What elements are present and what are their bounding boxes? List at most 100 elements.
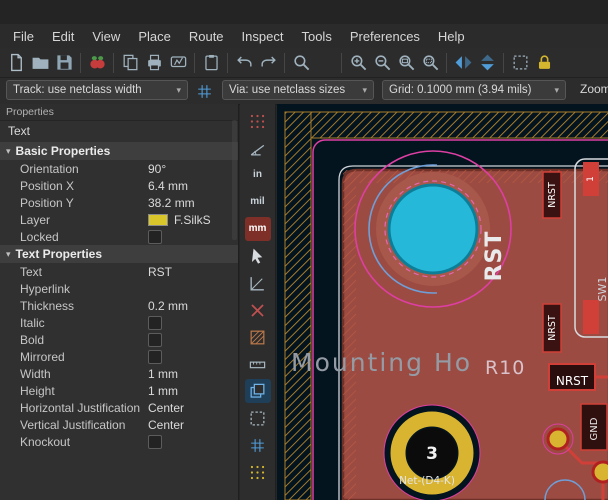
silkscreen-text-rst[interactable]: RST bbox=[482, 231, 507, 282]
secondary-toolbar: Track: use netclass width ▾ Via: use net… bbox=[0, 78, 608, 105]
property-value[interactable]: 38.2 mm bbox=[148, 196, 195, 210]
open-board-button[interactable] bbox=[28, 51, 52, 75]
menu-help[interactable]: Help bbox=[429, 26, 474, 47]
zoom-dropdown[interactable]: Zoom bbox=[580, 82, 608, 96]
zoom-in-button[interactable] bbox=[346, 51, 370, 75]
property-value[interactable]: Center bbox=[148, 418, 184, 432]
menu-view[interactable]: View bbox=[83, 26, 129, 47]
plugin-manager-button[interactable] bbox=[85, 51, 109, 75]
layer-color-swatch[interactable] bbox=[148, 214, 168, 226]
reference-text-r10[interactable]: R10 bbox=[485, 357, 525, 379]
menu-file[interactable]: File bbox=[4, 26, 43, 47]
new-board-button[interactable] bbox=[4, 51, 28, 75]
menu-route[interactable]: Route bbox=[180, 26, 233, 47]
property-value[interactable]: RST bbox=[148, 265, 172, 279]
zoom-fit-button[interactable] bbox=[394, 51, 418, 75]
property-row-height: Height1 mm bbox=[0, 382, 238, 399]
zoom-selection-button[interactable] bbox=[418, 51, 442, 75]
crosshair-cursor-toggle[interactable] bbox=[245, 244, 271, 268]
via-1[interactable] bbox=[548, 429, 568, 449]
pad-number-3: 3 bbox=[426, 444, 438, 464]
units-inches-toggle[interactable]: in bbox=[245, 163, 271, 187]
property-row-bold: Bold bbox=[0, 331, 238, 348]
polar-icon bbox=[248, 139, 267, 158]
flip-horizontal-button[interactable] bbox=[451, 51, 475, 75]
menu-tools[interactable]: Tools bbox=[292, 26, 340, 47]
pcb-canvas[interactable]: RST Mounting Ho R10 1 SW1 NRST NRST NRST… bbox=[277, 104, 608, 500]
undo-button[interactable] bbox=[232, 51, 256, 75]
copy-icon bbox=[121, 53, 140, 72]
refresh-button[interactable] bbox=[313, 51, 337, 75]
lock-button[interactable] bbox=[532, 51, 556, 75]
menu-place[interactable]: Place bbox=[129, 26, 180, 47]
save-icon bbox=[55, 53, 74, 72]
property-label: Thickness bbox=[20, 299, 148, 313]
properties-rows: ▾Basic Properties Orientation90°Position … bbox=[0, 142, 238, 450]
redo-icon bbox=[259, 53, 278, 72]
zoom-out-button[interactable] bbox=[370, 51, 394, 75]
property-label: Locked bbox=[20, 230, 148, 244]
zone-edge-hatch-left bbox=[343, 172, 356, 500]
plot-button[interactable] bbox=[166, 51, 190, 75]
mounting-hole-drill[interactable] bbox=[389, 185, 477, 273]
track-width-value: Track: use netclass width bbox=[13, 84, 170, 96]
property-value[interactable]: 0.2 mm bbox=[148, 299, 188, 313]
high-contrast-toggle[interactable] bbox=[245, 460, 271, 484]
pad-display-toggle[interactable] bbox=[245, 379, 271, 403]
section-header-text-properties[interactable]: ▾Text Properties bbox=[0, 245, 238, 263]
track-display-toggle[interactable] bbox=[245, 433, 271, 457]
property-value[interactable]: 90° bbox=[148, 162, 166, 176]
grid-visibility-toggle[interactable] bbox=[245, 109, 271, 133]
silkscreen-text-mounting[interactable]: Mounting Ho bbox=[291, 348, 472, 377]
via-display-toggle[interactable] bbox=[245, 406, 271, 430]
property-checkbox-mirrored[interactable] bbox=[148, 350, 162, 364]
print-button[interactable] bbox=[142, 51, 166, 75]
zone-display-toggle[interactable] bbox=[245, 352, 271, 376]
property-label: Layer bbox=[20, 213, 148, 227]
save-button[interactable] bbox=[52, 51, 76, 75]
section-header-basic-properties[interactable]: ▾Basic Properties bbox=[0, 142, 238, 160]
property-checkbox-locked[interactable] bbox=[148, 230, 162, 244]
property-checkbox-italic[interactable] bbox=[148, 316, 162, 330]
ratsnest-visibility-toggle[interactable] bbox=[245, 271, 271, 295]
switch-pad-bottom[interactable] bbox=[583, 300, 599, 334]
menu-preferences[interactable]: Preferences bbox=[341, 26, 429, 47]
redo-button[interactable] bbox=[256, 51, 280, 75]
griddots-icon bbox=[248, 112, 267, 131]
selected-object-type: Text bbox=[0, 121, 238, 142]
group-button[interactable] bbox=[508, 51, 532, 75]
find-button[interactable] bbox=[289, 51, 313, 75]
property-value[interactable]: 1 mm bbox=[148, 384, 178, 398]
reference-text-sw1[interactable]: SW1 bbox=[596, 277, 608, 302]
paste-button[interactable] bbox=[199, 51, 223, 75]
property-checkbox-knockout[interactable] bbox=[148, 435, 162, 449]
property-row-text: TextRST bbox=[0, 263, 238, 280]
property-checkbox-bold[interactable] bbox=[148, 333, 162, 347]
property-value[interactable]: Center bbox=[148, 401, 184, 415]
magplus-icon bbox=[349, 53, 368, 72]
via-size-dropdown[interactable]: Via: use netclass sizes ▾ bbox=[222, 80, 374, 100]
grid-size-dropdown[interactable]: Grid: 0.1000 mm (3.94 mils) ▾ bbox=[382, 80, 566, 100]
copy-button[interactable] bbox=[118, 51, 142, 75]
units-mm-toggle[interactable]: mm bbox=[245, 217, 271, 241]
menu-edit[interactable]: Edit bbox=[43, 26, 83, 47]
properties-scrollbar[interactable] bbox=[232, 120, 237, 240]
auto-track-width-toggle[interactable] bbox=[192, 80, 216, 102]
property-row-thickness: Thickness0.2 mm bbox=[0, 297, 238, 314]
polar-coordinates-toggle[interactable] bbox=[245, 136, 271, 160]
property-value[interactable]: 6.4 mm bbox=[148, 179, 188, 193]
property-label: Orientation bbox=[20, 162, 148, 176]
pcb-canvas-svg[interactable]: RST Mounting Ho R10 1 SW1 NRST NRST NRST… bbox=[277, 104, 608, 500]
property-row-width: Width1 mm bbox=[0, 365, 238, 382]
flip-vertical-button[interactable] bbox=[475, 51, 499, 75]
property-value[interactable]: F.SilkS bbox=[148, 213, 211, 227]
property-value[interactable]: 1 mm bbox=[148, 367, 178, 381]
doc-icon bbox=[7, 53, 26, 72]
menu-inspect[interactable]: Inspect bbox=[233, 26, 293, 47]
curved-ratsnest-toggle[interactable] bbox=[245, 298, 271, 322]
net-highlight-toggle[interactable] bbox=[245, 325, 271, 349]
track-width-dropdown[interactable]: Track: use netclass width ▾ bbox=[6, 80, 188, 100]
property-row-position-x: Position X6.4 mm bbox=[0, 177, 238, 194]
via-2[interactable] bbox=[593, 462, 608, 482]
units-mils-toggle[interactable]: mil bbox=[245, 190, 271, 214]
